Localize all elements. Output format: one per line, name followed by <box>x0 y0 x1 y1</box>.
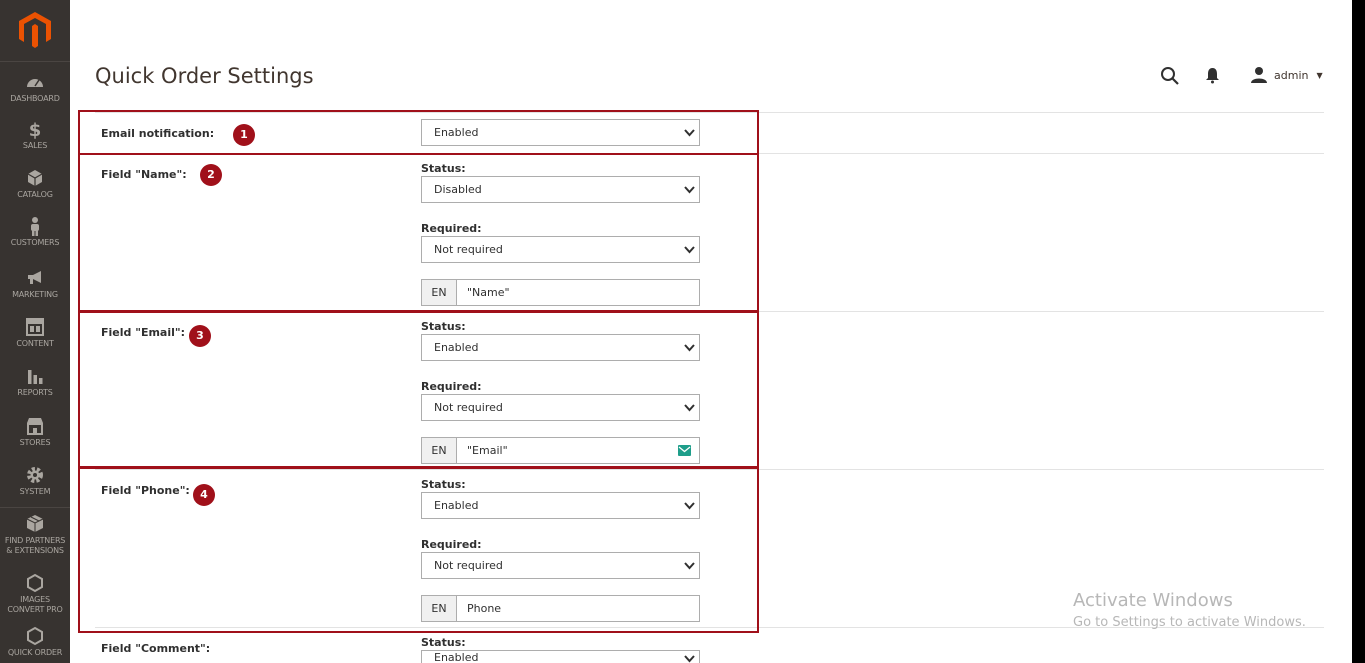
megaphone-icon <box>28 271 41 284</box>
layout-icon <box>26 318 44 336</box>
sidebar-item-system[interactable]: SYSTEM <box>0 465 70 497</box>
sidebar-item-catalog[interactable]: CATALOG <box>0 168 70 200</box>
annotation-box-1 <box>78 110 759 155</box>
sidebar-item-find-partners[interactable]: FIND PARTNERS & EXTENSIONS <box>0 514 70 556</box>
sidebar-item-label: CUSTOMERS <box>10 238 60 247</box>
sidebar-item-label: SYSTEM <box>19 487 51 496</box>
chevron-down-icon <box>684 655 695 663</box>
dashboard-icon <box>27 79 43 87</box>
storefront-icon <box>27 418 43 435</box>
hexagon-icon <box>27 573 43 593</box>
sidebar-item-dashboard[interactable]: DASHBOARD <box>0 72 70 104</box>
caret-down-icon: ▼ <box>1316 70 1323 80</box>
field-comment-label: Field "Comment": <box>101 642 211 655</box>
sidebar-item-label: FIND PARTNERS <box>4 536 66 545</box>
admin-sidebar: DASHBOARD $ SALES CATALOG CUSTOMERS MARK… <box>0 0 70 663</box>
annotation-box-3 <box>78 311 759 468</box>
sidebar-item-reports[interactable]: REPORTS <box>0 366 70 398</box>
dollar-icon: $ <box>29 120 42 139</box>
admin-user-menu[interactable]: admin ▼ <box>1250 66 1323 84</box>
sidebar-item-label: IMAGES <box>20 595 50 604</box>
user-icon <box>1251 67 1267 83</box>
sidebar-item-label: MARKETING <box>12 290 58 299</box>
annotation-badge-3: 3 <box>189 325 211 347</box>
sidebar-item-stores[interactable]: STORES <box>0 416 70 448</box>
bell-icon[interactable] <box>1204 67 1221 84</box>
sidebar-item-marketing[interactable]: MARKETING <box>0 268 70 300</box>
sidebar-divider <box>0 507 70 508</box>
sidebar-item-label: & EXTENSIONS <box>6 546 64 555</box>
page-title: Quick Order Settings <box>95 64 314 88</box>
sidebar-item-label: CATALOG <box>17 190 53 199</box>
sidebar-item-images-convert-pro[interactable]: IMAGES CONVERT PRO <box>0 573 70 615</box>
sidebar-item-label: DASHBOARD <box>10 94 60 103</box>
gear-icon <box>27 467 43 483</box>
activate-windows-title: Activate Windows <box>1073 590 1233 611</box>
sidebar-item-label: QUICK ORDER <box>7 648 63 657</box>
svg-text:$: $ <box>29 120 42 139</box>
sidebar-item-label: SALES <box>22 141 48 150</box>
sidebar-item-customers[interactable]: CUSTOMERS <box>0 216 70 248</box>
sidebar-item-sales[interactable]: $ SALES <box>0 119 70 151</box>
select-value: Enabled <box>434 651 479 663</box>
admin-username: admin <box>1274 68 1309 82</box>
magento-logo-icon[interactable] <box>19 12 51 48</box>
sidebar-item-label: STORES <box>19 438 51 447</box>
annotation-badge-1: 1 <box>233 124 255 146</box>
sidebar-item-label: REPORTS <box>17 388 53 397</box>
sidebar-item-content[interactable]: CONTENT <box>0 317 70 349</box>
sidebar-item-quick-order[interactable]: QUICK ORDER <box>0 626 70 658</box>
main-content: Quick Order Settings admin ▼ Email notif… <box>70 0 1352 663</box>
annotation-badge-2: 2 <box>200 164 222 186</box>
comment-status-label: Status: <box>421 636 466 649</box>
annotation-box-4 <box>78 467 759 633</box>
annotation-badge-4: 4 <box>193 484 215 506</box>
sidebar-item-label: CONTENT <box>16 339 54 348</box>
sidebar-divider <box>0 61 70 62</box>
page-scrollbar[interactable] <box>1352 0 1365 663</box>
comment-status-select[interactable]: Enabled <box>421 650 700 663</box>
sidebar-item-label: CONVERT PRO <box>7 605 63 614</box>
annotation-box-2 <box>78 153 759 312</box>
cube-icon <box>27 170 43 186</box>
search-icon[interactable] <box>1160 66 1180 86</box>
bar-chart-icon <box>28 370 43 384</box>
boxes-icon <box>26 515 44 532</box>
person-icon <box>31 217 39 236</box>
activate-windows-subtitle: Go to Settings to activate Windows. <box>1073 615 1306 630</box>
hexagon-icon <box>27 626 43 646</box>
